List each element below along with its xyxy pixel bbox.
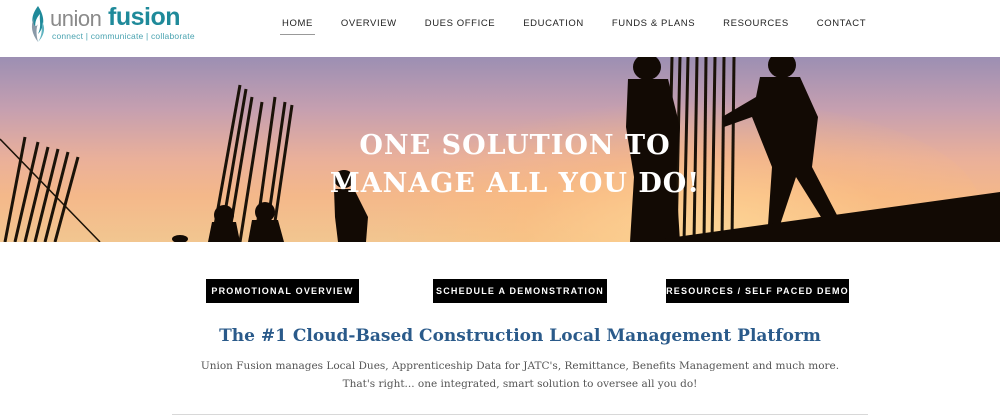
nav-funds-plans[interactable]: FUNDS & PLANS (610, 14, 697, 33)
hero-heading-line1: ONE SOLUTION TO (359, 130, 671, 161)
schedule-demonstration-button[interactable]: SCHEDULE A DEMONSTRATION (433, 279, 607, 303)
hero-heading-line2: MANAGE ALL YOU DO! (329, 168, 701, 199)
hero-heading: ONE SOLUTION TO MANAGE ALL YOU DO! (300, 127, 730, 203)
nav-home[interactable]: HOME (280, 14, 315, 35)
nav-resources[interactable]: RESOURCES (721, 14, 791, 33)
platform-headline: The #1 Cloud-Based Construction Local Ma… (219, 326, 821, 346)
description-line1: Union Fusion manages Local Dues, Apprent… (200, 360, 840, 372)
flame-logo-icon (31, 6, 45, 42)
logo-tagline: connect | communicate | collaborate (52, 31, 195, 41)
nav-dues-office[interactable]: DUES OFFICE (423, 14, 497, 33)
nav-overview[interactable]: OVERVIEW (339, 14, 399, 33)
platform-description: Union Fusion manages Local Dues, Apprent… (0, 357, 1000, 393)
section-divider (172, 414, 868, 415)
promotional-overview-button[interactable]: PROMOTIONAL OVERVIEW (206, 279, 359, 303)
main-nav: HOME OVERVIEW DUES OFFICE EDUCATION FUND… (280, 0, 892, 46)
logo-text-union: union (50, 6, 102, 31)
resources-self-paced-demo-button[interactable]: RESOURCES / SELF PACED DEMO (666, 279, 849, 303)
hero-banner: ONE SOLUTION TO MANAGE ALL YOU DO! (0, 57, 1000, 242)
nav-education[interactable]: EDUCATION (521, 14, 586, 33)
logo-text-fusion: fusion (108, 3, 181, 31)
nav-contact[interactable]: CONTACT (815, 14, 868, 33)
site-header: union fusion connect | communicate | col… (0, 0, 1000, 57)
description-line2: That's right... one integrated, smart so… (342, 378, 698, 390)
union-fusion-logo[interactable]: union fusion connect | communicate | col… (26, 3, 195, 44)
